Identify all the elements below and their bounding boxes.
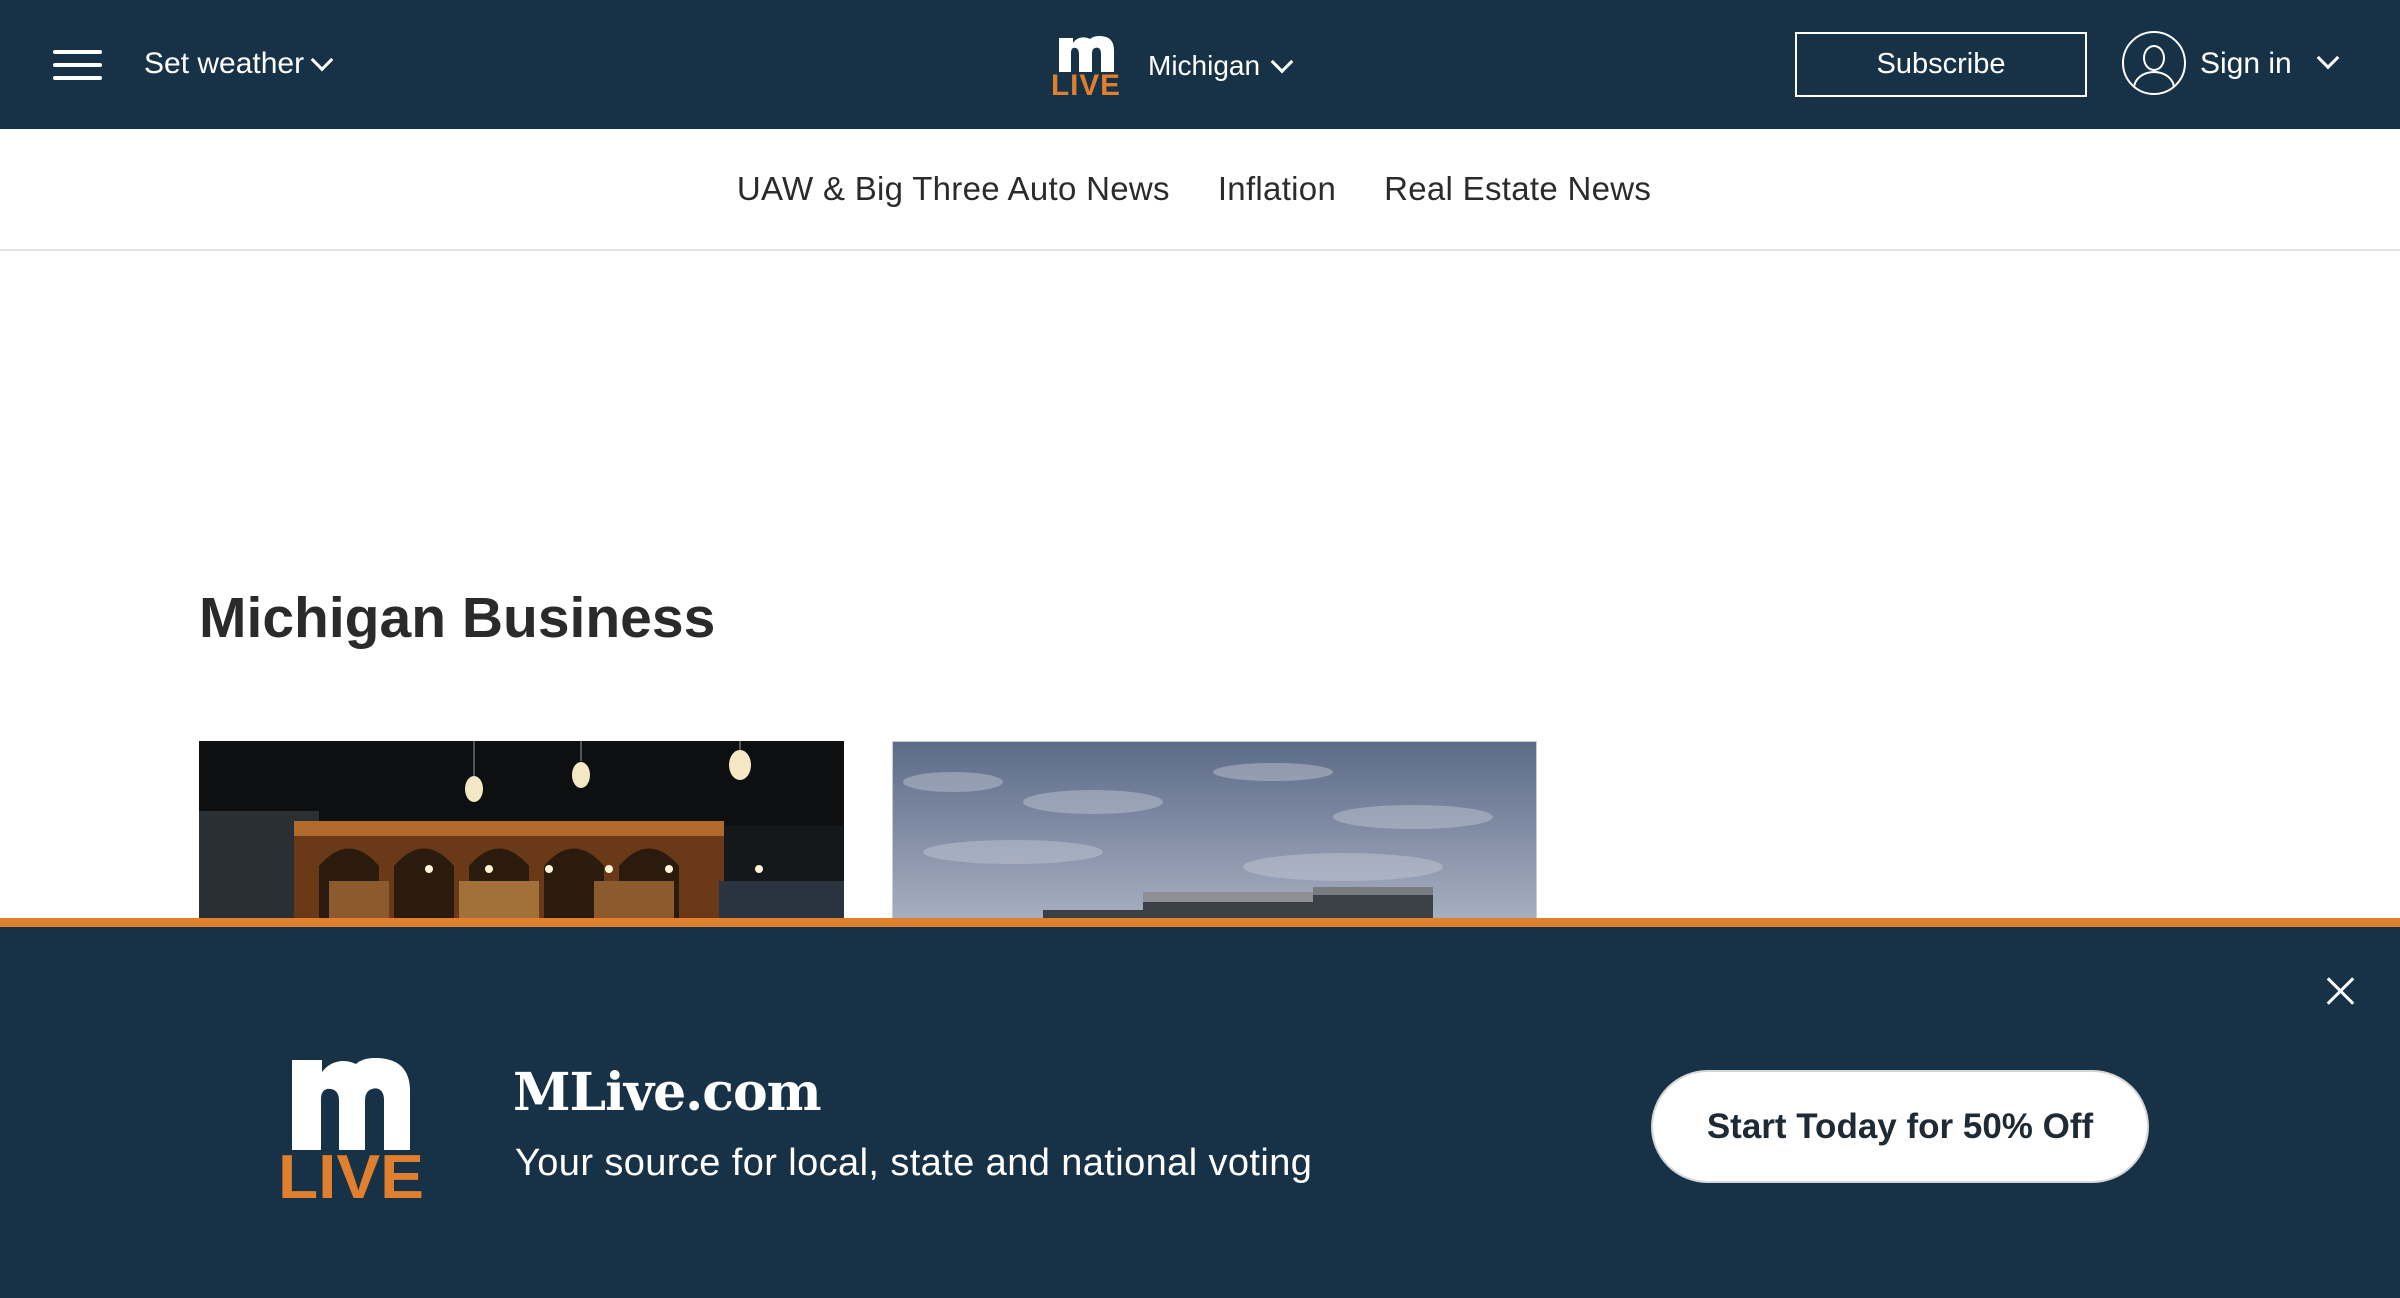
- building-sky-image: [893, 742, 1536, 920]
- subscribe-button[interactable]: Subscribe: [1795, 32, 2087, 97]
- topic-link-inflation[interactable]: Inflation: [1218, 170, 1336, 208]
- chevron-down-icon: [1270, 50, 1294, 74]
- set-weather-button[interactable]: Set weather: [144, 44, 334, 84]
- close-icon[interactable]: [2324, 975, 2356, 1007]
- user-avatar-icon[interactable]: [2122, 31, 2186, 95]
- region-label: Michigan: [1148, 50, 1261, 81]
- topics-nav: UAW & Big Three Auto News Inflation Real…: [0, 129, 2400, 251]
- subscription-banner: LIVE MLive.com Your source for local, st…: [0, 918, 2400, 1298]
- story-card-image[interactable]: [199, 741, 844, 921]
- site-header: Set weather LIVE Michigan Subscribe Sign…: [0, 0, 2400, 129]
- mlive-logo-large: LIVE: [278, 1058, 424, 1200]
- topic-link-uaw[interactable]: UAW & Big Three Auto News: [737, 170, 1170, 208]
- set-weather-label: Set weather: [144, 47, 305, 80]
- story-card-image[interactable]: [892, 741, 1537, 921]
- start-today-button[interactable]: Start Today for 50% Off: [1651, 1070, 2149, 1183]
- chevron-down-icon: [2316, 46, 2340, 70]
- banner-tagline: Your source for local, state and nationa…: [515, 1142, 1313, 1184]
- banner-brand: MLive.com: [513, 1062, 822, 1123]
- mlive-logo[interactable]: LIVE: [1051, 30, 1121, 96]
- logo-live-text: LIVE: [1051, 69, 1121, 96]
- chevron-down-icon: [310, 48, 334, 72]
- section-title: Michigan Business: [199, 586, 716, 650]
- restaurant-interior-image: [199, 741, 844, 921]
- sign-in-link[interactable]: Sign in: [2200, 44, 2292, 84]
- menu-icon[interactable]: [53, 50, 102, 80]
- topic-link-real-estate[interactable]: Real Estate News: [1384, 170, 1651, 208]
- logo-live-text: LIVE: [278, 1143, 424, 1200]
- account-menu-toggle[interactable]: [2316, 46, 2340, 71]
- region-selector[interactable]: Michigan: [1148, 48, 1294, 84]
